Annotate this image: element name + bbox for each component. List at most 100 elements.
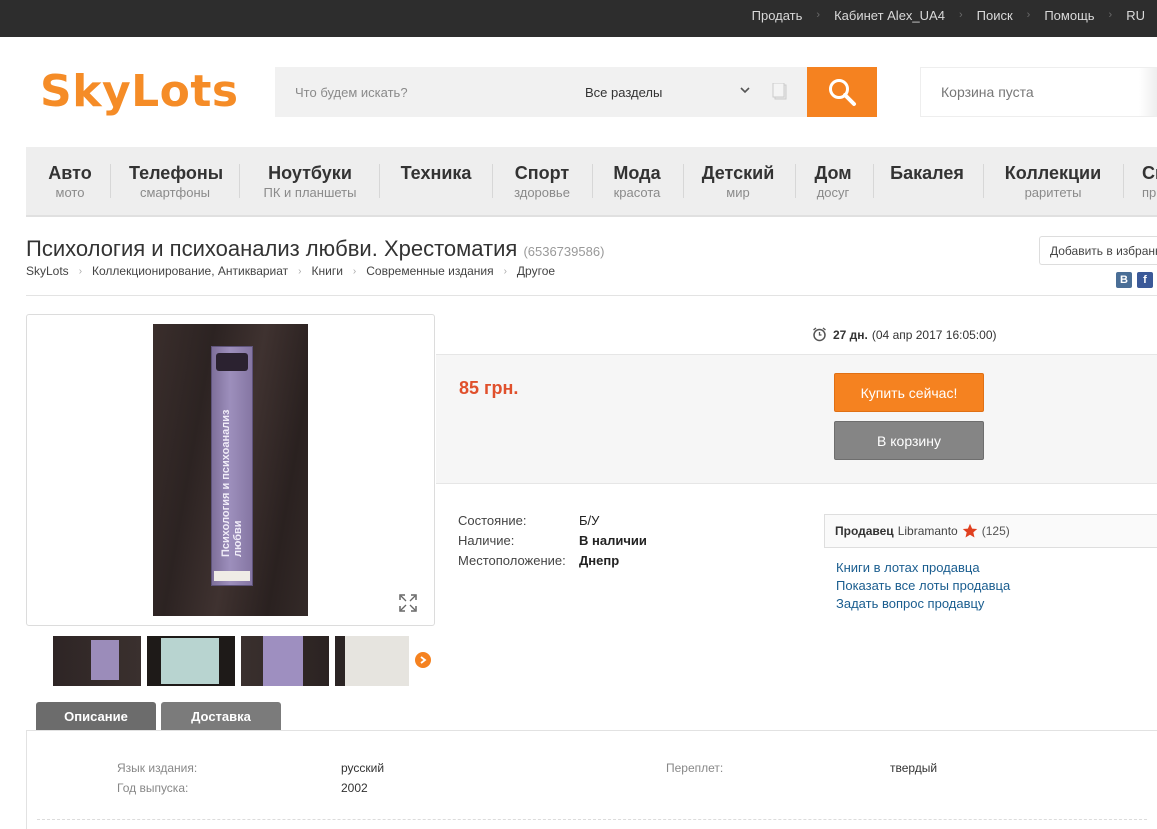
property-label: Наличие: xyxy=(458,533,515,548)
category-phones[interactable]: Телефоны смартфоны xyxy=(129,163,223,200)
seller-books-link[interactable]: Книги в лотах продавца xyxy=(836,560,1010,578)
category-title: Мода xyxy=(613,163,661,183)
category-fashion[interactable]: Мода красота xyxy=(609,163,665,200)
chevron-down-icon[interactable] xyxy=(739,84,751,96)
thumbnail-image[interactable] xyxy=(147,636,235,686)
section-select[interactable]: Все разделы xyxy=(585,67,662,117)
tab-delivery[interactable]: Доставка xyxy=(161,702,281,730)
seller-name[interactable]: Libramanto xyxy=(898,524,958,538)
chevron-right-icon: › xyxy=(352,265,357,277)
thumbnail-image[interactable] xyxy=(53,636,141,686)
cart-widget[interactable]: Корзина пуста xyxy=(920,67,1157,117)
tabs: Описание Доставка xyxy=(36,702,281,730)
spec-value: русский xyxy=(341,761,385,775)
category-nav: Авто мото Телефоны смартфоны Ноутбуки ПК… xyxy=(26,147,1157,217)
facebook-icon[interactable]: f xyxy=(1137,272,1153,288)
alarm-clock-icon xyxy=(813,327,826,342)
property-value: Днепр xyxy=(579,553,620,568)
seller-all-lots-link[interactable]: Показать все лоты продавца xyxy=(836,578,1010,596)
ask-seller-link[interactable]: Задать вопрос продавцу xyxy=(836,596,1010,614)
chevron-right-icon: › xyxy=(958,9,963,21)
category-auto[interactable]: Авто мото xyxy=(48,163,92,200)
category-subtitle: ПК и планшеты xyxy=(263,185,357,200)
category-home[interactable]: Дом досуг xyxy=(811,163,855,200)
vk-icon[interactable]: В xyxy=(1116,272,1132,288)
book-spine-title: Психология и психоанализ любви xyxy=(220,409,244,557)
thumbnail-image[interactable] xyxy=(241,636,329,686)
buy-now-button[interactable]: Купить сейчас! xyxy=(834,373,984,412)
category-grocery[interactable]: Бакалея xyxy=(889,163,965,185)
breadcrumb-item[interactable]: Современные издания xyxy=(366,264,493,278)
category-kids[interactable]: Детский мир xyxy=(699,163,777,200)
category-divider xyxy=(683,164,684,198)
chevron-right-icon: › xyxy=(298,265,302,277)
category-divider xyxy=(379,164,380,198)
seller-links: Книги в лотах продавца Показать все лоты… xyxy=(836,560,1010,614)
breadcrumb-item[interactable]: Книги xyxy=(312,264,343,278)
search-button[interactable] xyxy=(807,67,877,117)
divider xyxy=(26,295,1157,296)
expand-icon[interactable] xyxy=(399,594,417,612)
top-link-sell[interactable]: Продать xyxy=(752,8,803,23)
property-row: Местоположение: Днепр xyxy=(458,553,647,573)
product-id: (6536739586) xyxy=(523,244,605,259)
tab-description[interactable]: Описание xyxy=(36,702,156,730)
add-to-cart-button[interactable]: В корзину xyxy=(834,421,984,460)
search-bar: Все разделы xyxy=(275,67,807,117)
category-divider xyxy=(1123,164,1124,198)
top-link-help[interactable]: Помощь xyxy=(1044,8,1094,23)
top-link-cabinet[interactable]: Кабинет Alex_UA4 xyxy=(834,8,945,23)
cart-edge xyxy=(1139,68,1157,116)
category-subtitle: красота xyxy=(613,185,661,200)
top-link-language[interactable]: RU xyxy=(1126,8,1145,23)
thumbnail-image[interactable] xyxy=(335,636,409,686)
category-more[interactable]: Сп пр xyxy=(1142,163,1157,200)
category-title: Бакалея xyxy=(890,163,964,183)
property-row: Наличие: В наличии xyxy=(458,533,647,553)
category-title: Коллекции xyxy=(1004,163,1102,183)
seller-info: Продавец Libramanto (125) xyxy=(824,514,1157,548)
chevron-right-icon: › xyxy=(1108,9,1113,21)
top-link-search[interactable]: Поиск xyxy=(977,8,1013,23)
category-subtitle: мир xyxy=(726,185,750,200)
spec-value: 2002 xyxy=(341,781,368,795)
category-divider xyxy=(239,164,240,198)
category-sport[interactable]: Спорт здоровье xyxy=(510,163,574,200)
thumbnail-strip xyxy=(53,636,409,686)
star-icon xyxy=(962,523,977,538)
chevron-right-icon: › xyxy=(1026,9,1031,21)
add-to-favorites-button[interactable]: Добавить в избранное xyxy=(1039,236,1157,265)
next-thumbnail-button[interactable] xyxy=(415,652,431,668)
category-subtitle: смартфоны xyxy=(139,185,210,200)
product-properties: Состояние: Б/У Наличие: В наличии Местоп… xyxy=(458,513,647,573)
category-divider xyxy=(873,164,874,198)
category-divider xyxy=(983,164,984,198)
breadcrumb-item[interactable]: SkyLots xyxy=(26,264,69,278)
spine-label xyxy=(214,571,250,581)
category-laptops[interactable]: Ноутбуки ПК и планшеты xyxy=(259,163,361,200)
product-main-image[interactable]: Психология и психоанализ любви xyxy=(153,324,308,616)
breadcrumb-item[interactable]: Коллекционирование, Антиквариат xyxy=(92,264,288,278)
category-collections[interactable]: Коллекции раритеты xyxy=(1000,163,1106,200)
spec-label: Язык издания: xyxy=(117,761,198,775)
property-label: Состояние: xyxy=(458,513,527,528)
divider xyxy=(37,819,1147,820)
category-title: Детский xyxy=(701,163,775,183)
timer-days: 27 дн. xyxy=(833,327,868,342)
search-icon xyxy=(829,79,856,106)
site-logo[interactable]: SkyLots xyxy=(40,66,239,117)
category-divider xyxy=(592,164,593,198)
category-divider xyxy=(110,164,111,198)
category-tech[interactable]: Техника xyxy=(398,163,474,185)
category-title: Дом xyxy=(814,163,852,183)
search-input[interactable] xyxy=(275,67,565,117)
breadcrumb-item[interactable]: Другое xyxy=(517,264,555,278)
document-icon[interactable] xyxy=(772,83,788,101)
chevron-right-icon: › xyxy=(503,265,507,277)
cart-status: Корзина пуста xyxy=(941,84,1034,100)
product-title: Психология и психоанализ любви. Хрестома… xyxy=(26,236,518,261)
description-panel: Язык издания: русский Год выпуска: 2002 … xyxy=(26,730,1157,829)
category-title: Ноутбуки xyxy=(268,163,352,183)
property-row: Состояние: Б/У xyxy=(458,513,647,533)
seller-label: Продавец xyxy=(835,524,894,538)
